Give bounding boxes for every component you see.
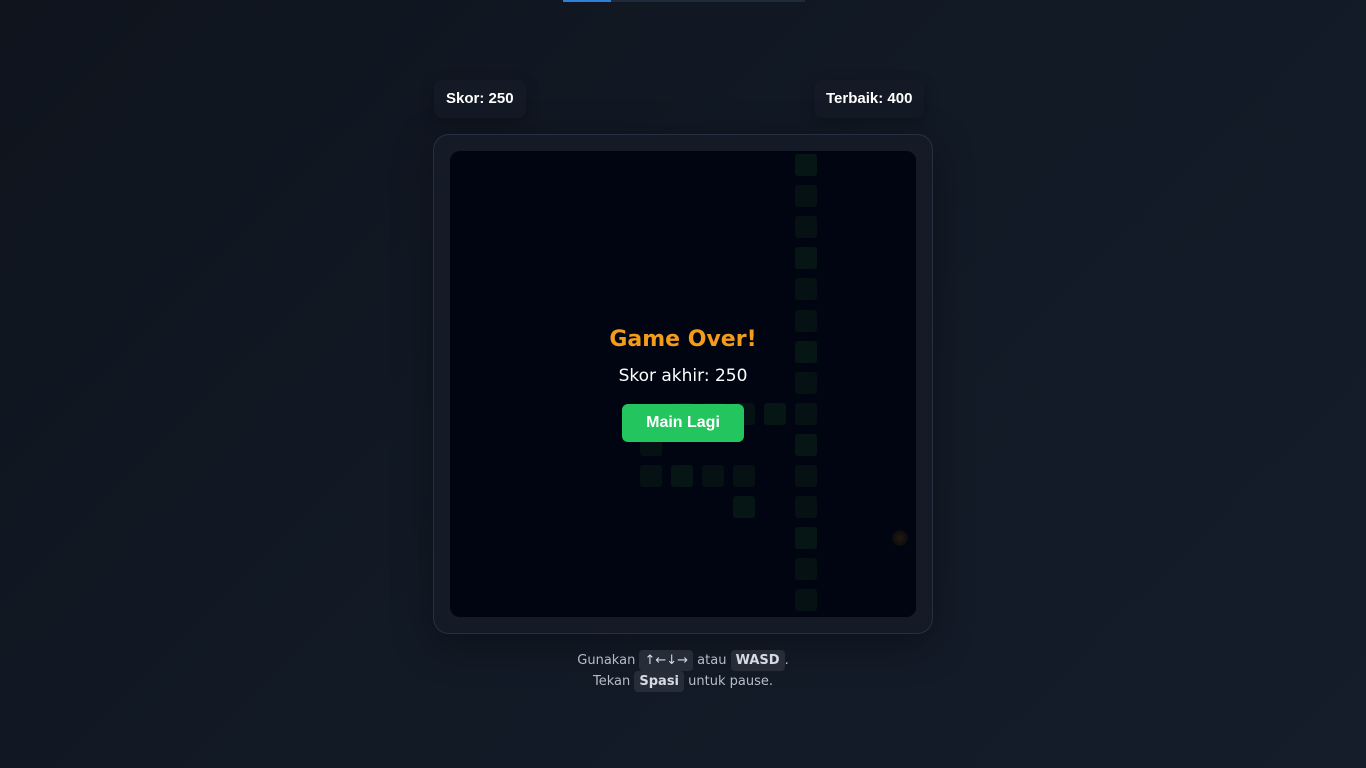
game-over-title: Game Over! [609, 327, 757, 352]
instructions-line-1: Gunakan ↑←↓→ atau WASD. [433, 650, 933, 671]
play-again-button[interactable]: Main Lagi [622, 404, 744, 442]
instructions-period: . [784, 653, 789, 668]
game-board[interactable]: Game Over! Skor akhir: 250 Main Lagi [450, 151, 916, 617]
top-progress-fill [563, 0, 612, 2]
final-score-text: Skor akhir: 250 [618, 366, 748, 386]
instructions: Gunakan ↑←↓→ atau WASD. Tekan Spasi untu… [433, 650, 933, 692]
best-score-display: Terbaik: 400 [814, 80, 925, 118]
arrow-keys-hint: ↑←↓→ [639, 650, 694, 671]
wasd-key-hint: WASD [730, 650, 785, 671]
score-display: Skor: 250 [434, 80, 526, 118]
instructions-prefix: Gunakan [577, 653, 636, 668]
top-progress-bar [563, 0, 805, 2]
game-over-overlay: Game Over! Skor akhir: 250 Main Lagi [450, 151, 916, 617]
instructions-or: atau [697, 653, 727, 668]
space-key-hint: Spasi [634, 671, 685, 692]
pause-prefix: Tekan [592, 674, 631, 689]
pause-suffix: untuk pause. [688, 674, 773, 689]
instructions-line-2: Tekan Spasi untuk pause. [433, 671, 933, 692]
